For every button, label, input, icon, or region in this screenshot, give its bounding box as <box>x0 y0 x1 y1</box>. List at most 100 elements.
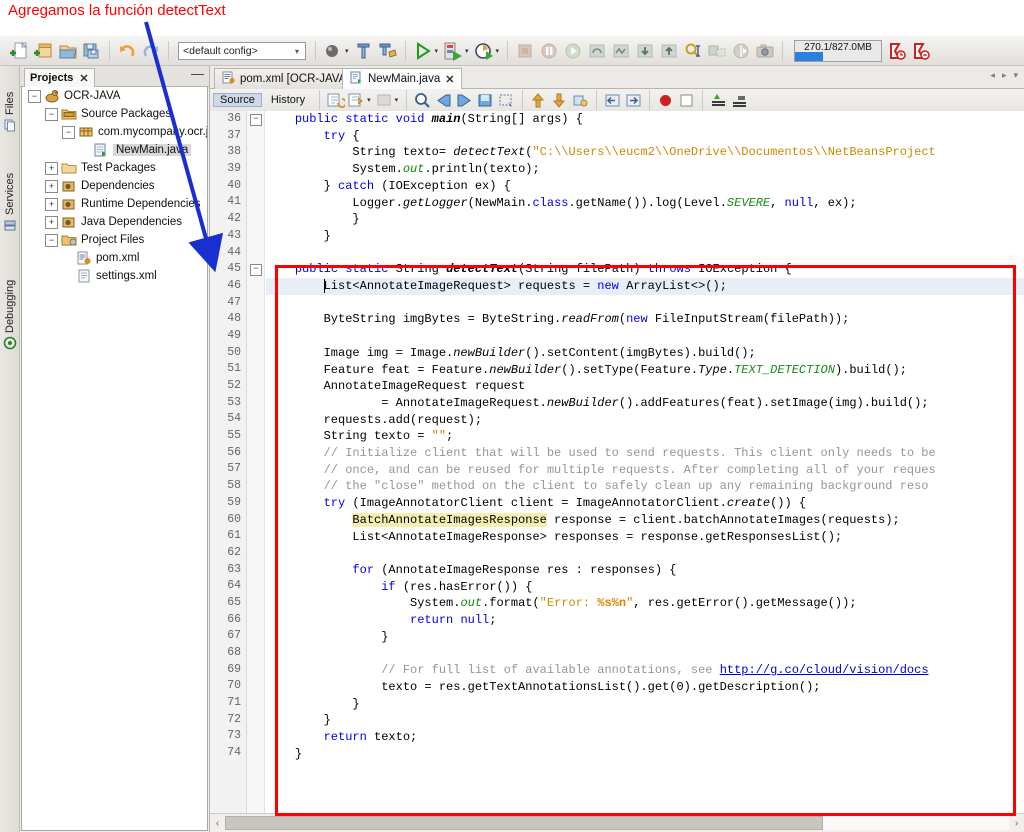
code-editor[interactable]: 3637383940414243444546474849505152535455… <box>210 111 1024 814</box>
toggle-highlight-icon[interactable] <box>571 91 590 110</box>
save-all-icon[interactable] <box>81 40 103 62</box>
scroll-left-arrow[interactable]: ‹ <box>210 818 225 829</box>
code-line[interactable]: ByteString imgBytes = ByteString.readFro… <box>266 311 1024 328</box>
code-line[interactable]: String texto= detectText("C:\\Users\\euc… <box>266 144 1024 161</box>
tab-projects[interactable]: Projects ✕ <box>24 68 95 87</box>
code-line[interactable]: } <box>266 712 1024 729</box>
tree-item[interactable]: −Project Files <box>22 231 207 249</box>
tree-item[interactable]: +Runtime Dependencies <box>22 195 207 213</box>
tree-item[interactable]: +Java Dependencies <box>22 213 207 231</box>
code-line[interactable]: public static String detectText(String f… <box>266 261 1024 278</box>
code-line[interactable]: System.out.format("Error: %s%n", res.get… <box>266 595 1024 612</box>
code-line[interactable]: } catch (IOException ex) { <box>266 178 1024 195</box>
code-fold-toggle[interactable]: − <box>250 114 262 126</box>
redo-icon[interactable] <box>140 40 162 62</box>
code-line[interactable]: return texto; <box>266 729 1024 746</box>
tree-item[interactable]: −Source Packages <box>22 105 207 123</box>
new-project-icon[interactable] <box>33 40 55 62</box>
horizontal-scrollbar[interactable]: ‹ › <box>210 813 1024 832</box>
code-line[interactable]: String texto = ""; <box>266 428 1024 445</box>
scroll-tabs-right-icon[interactable]: ▸ <box>1002 70 1007 81</box>
close-icon[interactable]: ✕ <box>445 73 454 86</box>
refactor-icon[interactable] <box>326 91 345 110</box>
debug-project-icon[interactable] <box>442 40 464 62</box>
shift-right-icon[interactable] <box>624 91 643 110</box>
code-line[interactable]: try { <box>266 128 1024 145</box>
code-line[interactable] <box>266 245 1024 262</box>
code-line[interactable]: Logger.getLogger(NewMain.class.getName()… <box>266 195 1024 212</box>
tree-item[interactable]: −OCR-JAVA <box>22 87 207 105</box>
next-error-icon[interactable] <box>550 91 569 110</box>
build-project-icon[interactable] <box>322 40 344 62</box>
code-line[interactable]: // the "close" method on the client to s… <box>266 478 1024 495</box>
debug-dropdown-icon[interactable]: ▾ <box>465 47 469 55</box>
run-dropdown-icon[interactable]: ▾ <box>435 47 439 55</box>
notification-error-icon[interactable] <box>910 40 932 62</box>
scroll-right-arrow[interactable]: › <box>1009 818 1024 829</box>
code-line[interactable]: Image img = Image.newBuilder().setConten… <box>266 345 1024 362</box>
code-line[interactable]: Feature feat = Feature.newBuilder().setT… <box>266 362 1024 379</box>
profile-project-icon[interactable] <box>473 40 495 62</box>
start-macro-recording-icon[interactable] <box>656 91 675 110</box>
undo-icon[interactable] <box>116 40 138 62</box>
tree-item[interactable]: pom.xml <box>22 249 207 267</box>
expand-toggle-icon[interactable]: + <box>45 198 58 211</box>
clean-build-alt-icon[interactable] <box>377 40 399 62</box>
code-line[interactable]: } <box>266 228 1024 245</box>
code-line[interactable]: public static void main(String[] args) { <box>266 111 1024 128</box>
code-line[interactable]: try (ImageAnnotatorClient client = Image… <box>266 495 1024 512</box>
code-line[interactable] <box>266 545 1024 562</box>
toggle-bookmark-icon[interactable] <box>476 91 495 110</box>
sidebar-item-files[interactable]: Files <box>1 72 19 132</box>
previous-error-icon[interactable] <box>529 91 548 110</box>
tree-item[interactable]: +Dependencies <box>22 177 207 195</box>
view-button-source[interactable]: Source <box>213 93 262 107</box>
tree-item[interactable]: +Test Packages <box>22 159 207 177</box>
tree-item[interactable]: NewMain.java <box>22 141 207 159</box>
code-line[interactable]: requests.add(request); <box>266 412 1024 429</box>
clean-build-icon[interactable] <box>353 40 375 62</box>
code-line[interactable]: if (res.hasError()) { <box>266 579 1024 596</box>
next-bookmark-icon[interactable] <box>455 91 474 110</box>
scroll-tabs-left-icon[interactable]: ◂ <box>990 70 995 81</box>
collapse-toggle-icon[interactable]: − <box>28 90 41 103</box>
project-tree[interactable]: −OCR-JAVA−Source Packages−com.mycompany.… <box>21 87 208 831</box>
inspect-hierarchy-icon[interactable] <box>730 91 749 110</box>
code-line[interactable]: // once, and can be reused for multiple … <box>266 462 1024 479</box>
tree-item[interactable]: settings.xml <box>22 267 207 285</box>
close-icon[interactable]: ✕ <box>79 72 88 85</box>
memory-gauge[interactable]: 270.1/827.0MB <box>794 40 882 62</box>
code-line[interactable]: List<AnnotateImageResponse> responses = … <box>266 529 1024 546</box>
collapse-toggle-icon[interactable]: − <box>45 234 58 247</box>
build-dropdown-icon[interactable]: ▾ <box>345 47 349 55</box>
code-fold-column[interactable]: −− <box>247 111 265 814</box>
profile-dropdown-icon[interactable]: ▾ <box>496 47 500 55</box>
inspect-members-icon[interactable] <box>709 91 728 110</box>
find-selection-icon[interactable] <box>413 91 432 110</box>
code-line[interactable] <box>266 328 1024 345</box>
code-line[interactable]: } <box>266 696 1024 713</box>
expand-toggle-icon[interactable]: + <box>45 162 58 175</box>
code-line[interactable]: } <box>266 746 1024 763</box>
scroll-thumb[interactable] <box>225 816 823 830</box>
code-line[interactable]: return null; <box>266 612 1024 629</box>
code-line[interactable]: for (AnnotateImageResponse res : respons… <box>266 562 1024 579</box>
scroll-track[interactable] <box>225 816 1009 830</box>
new-file-icon[interactable] <box>9 40 31 62</box>
notification-clock-icon[interactable] <box>886 40 908 62</box>
code-fold-toggle[interactable]: − <box>250 264 262 276</box>
surround-dropdown-icon[interactable]: ▾ <box>367 96 371 104</box>
code-line[interactable]: AnnotateImageRequest request <box>266 378 1024 395</box>
code-line[interactable]: System.out.println(texto); <box>266 161 1024 178</box>
configuration-combo[interactable]: <default config> ▾ <box>178 42 306 60</box>
tree-item[interactable]: −com.mycompany.ocr.java <box>22 123 207 141</box>
collapse-toggle-icon[interactable]: − <box>62 126 75 139</box>
code-line[interactable]: } <box>266 211 1024 228</box>
sidebar-item-services[interactable]: Services <box>1 146 19 232</box>
previous-bookmark-icon[interactable] <box>434 91 453 110</box>
code-line[interactable]: List<AnnotateImageRequest> requests = ne… <box>266 278 1024 295</box>
code-line[interactable]: // For full list of available annotation… <box>266 662 1024 679</box>
select-rectangular-icon[interactable] <box>497 91 516 110</box>
surround-icon[interactable] <box>347 91 366 110</box>
code-line[interactable]: } <box>266 629 1024 646</box>
